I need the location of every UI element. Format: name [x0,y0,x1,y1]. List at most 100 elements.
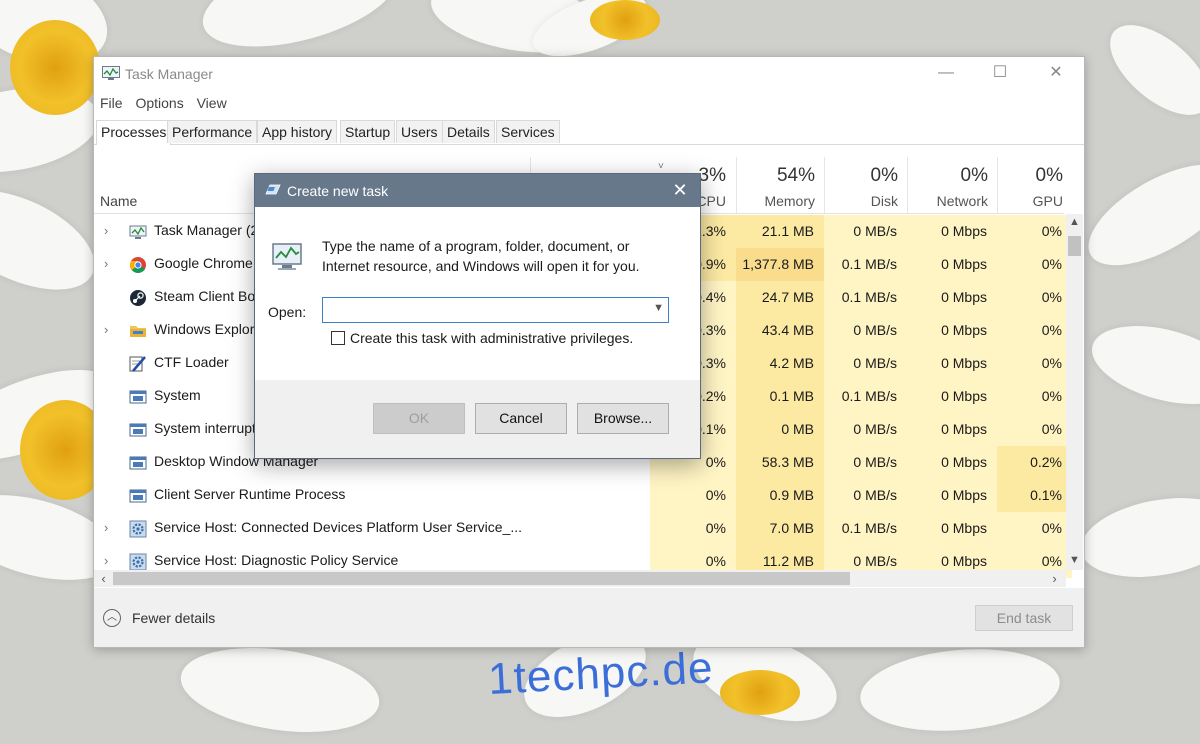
open-combobox[interactable]: ▼ [322,297,669,323]
scroll-up-icon[interactable]: ▲ [1066,216,1083,228]
scroll-left-icon[interactable]: ‹ [95,570,112,587]
vertical-scroll-thumb[interactable] [1068,236,1081,256]
scroll-right-icon[interactable]: › [1046,570,1063,587]
gpu-cell: 0% [997,413,1072,446]
tab-app-history[interactable]: App history [257,120,338,143]
cpu-cell: 0% [650,512,736,545]
steam-icon [130,290,146,306]
process-name: Task Manager (2) [154,222,263,238]
task-manager-icon [102,66,120,80]
disk-cell: 0 MB/s [824,413,907,446]
menu-file[interactable]: File [100,95,123,111]
cpu-total: 3% [698,165,726,186]
browse-button[interactable]: Browse... [577,403,669,434]
column-header-memory[interactable]: 54% Memory [736,157,825,213]
memory-cell: 0.1 MB [736,380,824,413]
system-icon [129,456,147,470]
memory-cell: 7.0 MB [736,512,824,545]
process-name: Client Server Runtime Process [154,486,346,502]
process-name: Service Host: Connected Devices Platform… [154,519,523,535]
menu-view[interactable]: View [197,95,227,111]
task-manager-icon [129,225,147,239]
dialog-title: Create new task [287,183,389,199]
process-name: System [154,387,201,403]
footer-bar: ︿ Fewer details End task [94,588,1084,647]
network-cell: 0 Mbps [907,413,997,446]
scroll-down-icon[interactable]: ▼ [1066,554,1083,566]
gpu-cell: 0% [997,281,1072,314]
cpu-cell: 0% [650,479,736,512]
column-header-network[interactable]: 0% Network [907,157,998,213]
menu-options[interactable]: Options [135,95,183,111]
system-icon [129,489,147,503]
admin-privileges-checkbox[interactable] [331,331,345,345]
title-bar[interactable]: Task Manager — ☐ ✕ [94,57,1084,89]
system-icon [129,390,147,404]
close-button[interactable]: ✕ [1028,57,1084,89]
horizontal-scroll-thumb[interactable] [113,572,850,585]
memory-cell: 58.3 MB [736,446,824,479]
tab-users[interactable]: Users [396,120,443,143]
column-header-name[interactable]: Name [100,193,137,209]
tab-services[interactable]: Services [496,120,560,143]
memory-cell: 21.1 MB [736,215,824,248]
expand-chevron-icon[interactable]: › [104,520,116,535]
ok-button[interactable]: OK [373,403,465,434]
tab-startup[interactable]: Startup [340,120,396,143]
memory-cell: 4.2 MB [736,347,824,380]
memory-cell: 1,377.8 MB [736,248,824,281]
vertical-scrollbar[interactable]: ▲ ▼ [1066,214,1083,570]
process-name: System interrupts [154,420,263,436]
chevron-up-icon[interactable]: ︿ [103,609,121,627]
gear-icon [129,520,147,538]
cancel-button[interactable]: Cancel [475,403,567,434]
disk-cell: 0.1 MB/s [824,380,907,413]
window-title: Task Manager [125,66,213,82]
expand-chevron-icon[interactable]: › [104,553,116,568]
column-header-gpu[interactable]: 0% GPU [997,157,1073,213]
chrome-icon [130,257,146,273]
disk-cell: 0 MB/s [824,479,907,512]
network-cell: 0 Mbps [907,446,997,479]
memory-cell: 0 MB [736,413,824,446]
network-cell: 0 Mbps [907,215,997,248]
table-row[interactable]: › Service Host: Connected Devices Platfo… [94,512,1072,545]
expand-chevron-icon[interactable]: › [104,223,116,238]
gpu-cell: 0% [997,380,1072,413]
network-cell: 0 Mbps [907,248,997,281]
dialog-button-bar: OK Cancel Browse... [255,380,700,458]
network-label: Network [936,193,988,209]
expand-chevron-icon[interactable]: › [104,256,116,271]
tab-details[interactable]: Details [442,120,495,143]
disk-total: 0% [870,165,898,186]
folder-icon [130,326,146,337]
create-new-task-dialog: Create new task ✕ Type the name of a pro… [254,173,701,459]
memory-cell: 43.4 MB [736,314,824,347]
expand-chevron-icon[interactable]: › [104,322,116,337]
chevron-down-icon[interactable]: ▼ [653,302,664,314]
gear-icon [129,553,147,571]
menu-bar: File Options View [100,95,236,111]
admin-privileges-label[interactable]: Create this task with administrative pri… [350,330,633,346]
minimize-button[interactable]: — [918,57,974,89]
dialog-title-bar[interactable]: Create new task ✕ [255,174,700,207]
open-label: Open: [268,304,307,320]
gpu-cell: 0% [997,512,1072,545]
process-name: Windows Explorer [154,321,267,337]
network-total: 0% [960,165,988,186]
maximize-button[interactable]: ☐ [972,57,1028,89]
run-icon [265,184,281,195]
network-cell: 0 Mbps [907,347,997,380]
table-row[interactable]: Client Server Runtime Process 0% 0.9 MB … [94,479,1072,512]
memory-total: 54% [776,165,815,186]
tab-performance[interactable]: Performance [167,120,258,143]
gpu-cell: 0% [997,347,1072,380]
fewer-details-link[interactable]: Fewer details [132,610,215,626]
end-task-button[interactable]: End task [975,605,1073,631]
dialog-close-icon[interactable]: ✕ [660,174,700,207]
column-header-disk[interactable]: 0% Disk [824,157,908,213]
horizontal-scrollbar[interactable]: ‹ › [94,570,1066,587]
tab-processes[interactable]: Processes [96,120,172,145]
process-name: CTF Loader [154,354,229,370]
gpu-cell: 0% [997,248,1072,281]
